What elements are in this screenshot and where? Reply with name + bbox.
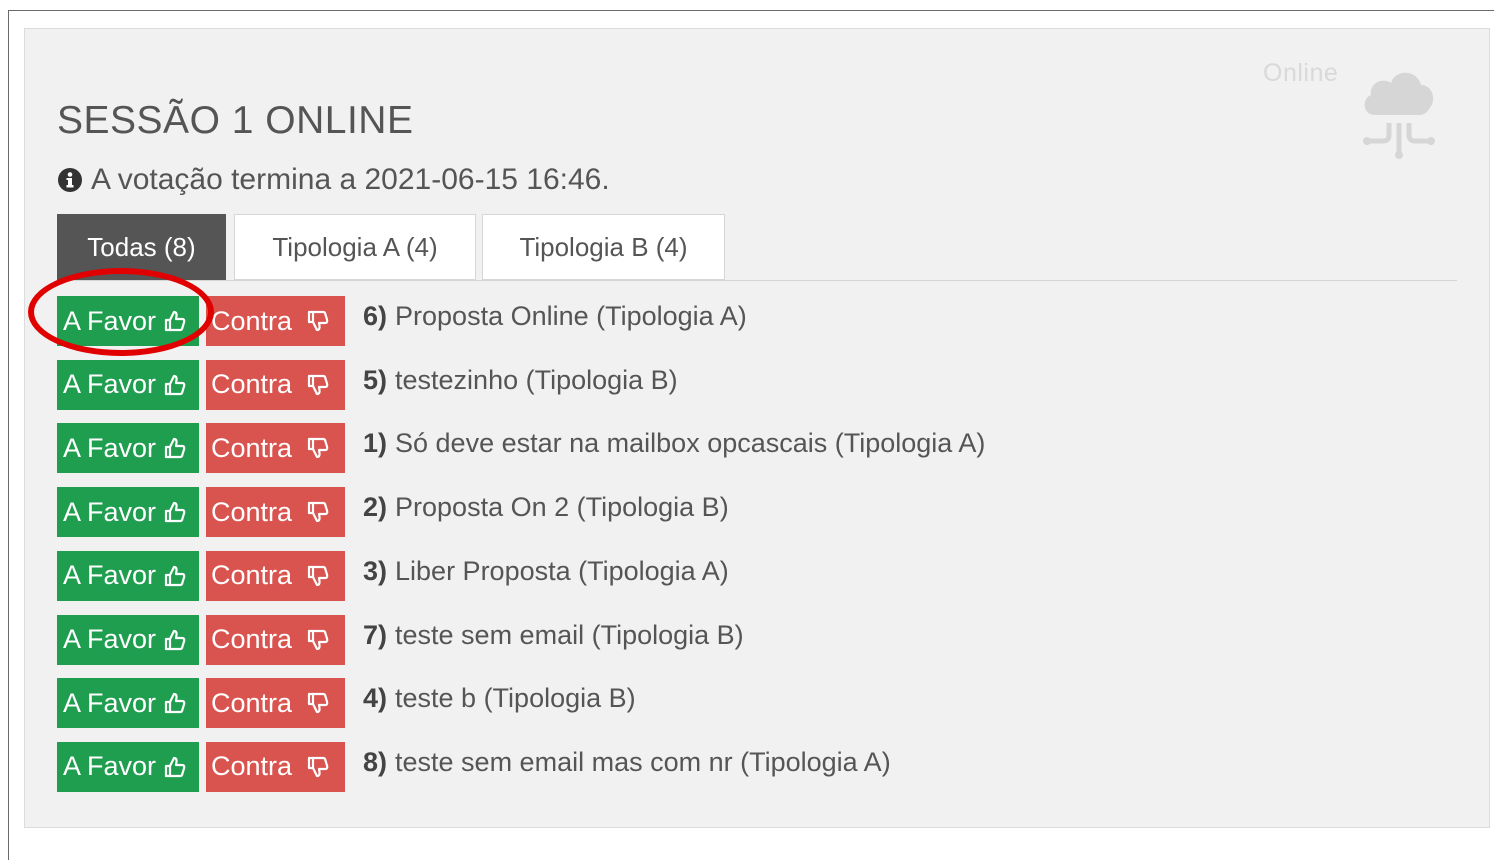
proposal-title: Só deve estar na mailbox opcascais (Tipo… [395,428,986,459]
proposal-row: A Favor Contra 1) Só deve estar na mailbox … [57,423,1257,474]
vote-contra-button[interactable]: Contra [206,296,345,346]
thumbs-down-icon [307,693,329,714]
favor-label: A Favor [63,496,157,527]
proposal-text: 1) Só deve estar na mailbox opcascais (Ti… [363,423,985,463]
vote-favor-button[interactable]: A Favor [57,296,199,346]
session-title: SESSÃO 1 ONLINE [57,99,414,142]
proposal-title: testezinho (Tipologia B) [395,364,678,395]
proposal-row: A Favor Contra 6) Proposta Online (Tipologi… [57,296,1257,346]
voting-deadline: A votação termina a 2021-06-15 16:46. [57,163,610,197]
favor-label: A Favor [63,560,157,591]
proposal-text: 7) teste sem email (Tipologia B) [363,615,744,655]
thumbs-down-icon [307,438,329,459]
proposal-row: A Favor Contra 5) testezinho (Tipologia B) [57,359,1257,410]
thumbs-down-icon [307,629,329,650]
favor-label: A Favor [63,369,157,400]
info-circle-icon [58,168,82,192]
vote-contra-button[interactable]: Contra [206,487,345,538]
cloud-network-icon [1363,72,1435,159]
proposal-number: 7) [363,619,388,650]
thumbs-up-icon [164,501,186,523]
thumbs-up-icon [164,756,186,777]
contra-label: Contra [211,496,293,527]
vote-contra-button[interactable]: Contra [206,741,345,792]
proposal-title: Liber Proposta (Tipologia A) [395,555,729,586]
thumbs-up-icon [164,374,186,395]
proposal-text: 2) Proposta On 2 (Tipologia B) [363,487,729,527]
favor-label: A Favor [63,751,157,782]
proposal-title: teste b (Tipologia B) [395,683,636,714]
thumbs-down-icon [307,310,329,332]
proposal-number: 8) [363,746,388,777]
proposal-text: 8) teste sem email mas com nr (Tipologia … [363,742,891,782]
thumbs-up-icon [164,629,186,650]
proposal-number: 3) [363,555,388,586]
vote-favor-button[interactable]: A Favor [57,550,199,601]
vote-favor-button[interactable]: A Favor [57,359,199,410]
proposal-number: 2) [363,492,388,523]
favor-label: A Favor [63,432,157,463]
proposal-text: 4) teste b (Tipologia B) [363,678,636,718]
contra-label: Contra [211,432,293,463]
filter-tabs: Todas (8) Tipologia A (4) Tipologia B (4… [57,214,1457,281]
tab-todas[interactable]: Todas (8) [57,214,226,280]
proposal-number: 5) [363,364,388,395]
proposal-text: 6) Proposta Online (Tipologia A) [363,296,747,336]
thumbs-down-icon [307,565,329,586]
proposal-text: 5) testezinho (Tipologia B) [363,360,678,400]
thumbs-up-icon [164,438,186,459]
online-badge: Online [1263,57,1439,161]
vote-contra-button[interactable]: Contra [206,550,345,601]
proposal-number: 4) [363,683,388,714]
vote-contra-button[interactable]: Contra [206,359,345,410]
tab-tipologia-b[interactable]: Tipologia B (4) [482,214,725,280]
thumbs-up-icon [164,310,186,332]
contra-label: Contra [211,369,293,400]
proposal-number: 1) [363,428,388,459]
vote-favor-button[interactable]: A Favor [57,614,199,665]
vote-favor-button[interactable]: A Favor [57,423,199,474]
deadline-text: A votação termina a 2021-06-15 16:46. [91,163,610,196]
thumbs-down-icon [307,501,329,523]
vote-favor-button[interactable]: A Favor [57,741,199,792]
proposal-title: teste sem email mas com nr (Tipologia A) [395,746,891,777]
vote-favor-button[interactable]: A Favor [57,487,199,538]
thumbs-down-icon [307,756,329,777]
proposal-row: A Favor Contra 4) teste b (Tipologia B) [57,678,1257,729]
favor-label: A Favor [63,624,157,654]
proposal-row: A Favor Contra 7) teste sem email (Tipologi… [57,614,1257,665]
proposal-number: 6) [363,301,388,331]
proposal-title: teste sem email (Tipologia B) [395,619,744,650]
thumbs-down-icon [307,374,329,395]
proposal-text: 3) Liber Proposta (Tipologia A) [363,551,729,591]
thumbs-up-icon [164,565,186,586]
online-label: Online [1263,59,1339,87]
contra-label: Contra [211,751,293,782]
vote-favor-button[interactable]: A Favor [57,678,199,729]
tab-tipologia-a[interactable]: Tipologia A (4) [234,214,476,280]
thumbs-up-icon [164,693,186,714]
favor-label: A Favor [63,687,157,718]
contra-label: Contra [211,624,293,654]
proposal-title: Proposta Online (Tipologia A) [395,301,747,331]
proposal-row: A Favor Contra 2) Proposta On 2 (Tipologia … [57,487,1257,538]
vote-contra-button[interactable]: Contra [206,423,345,474]
contra-label: Contra [211,305,293,336]
contra-label: Contra [211,560,293,591]
session-panel: Online SESSÃO 1 ONLINE A votação termina… [24,28,1490,828]
vote-contra-button[interactable]: Contra [206,614,345,665]
proposal-title: Proposta On 2 (Tipologia B) [395,492,729,523]
vote-contra-button[interactable]: Contra [206,678,345,729]
contra-label: Contra [211,687,293,718]
favor-label: A Favor [63,305,157,336]
proposal-row: A Favor Contra 3) Liber Proposta (Tipologia… [57,550,1257,601]
proposal-row: A Favor Contra 8) teste sem email mas com n… [57,741,1257,792]
